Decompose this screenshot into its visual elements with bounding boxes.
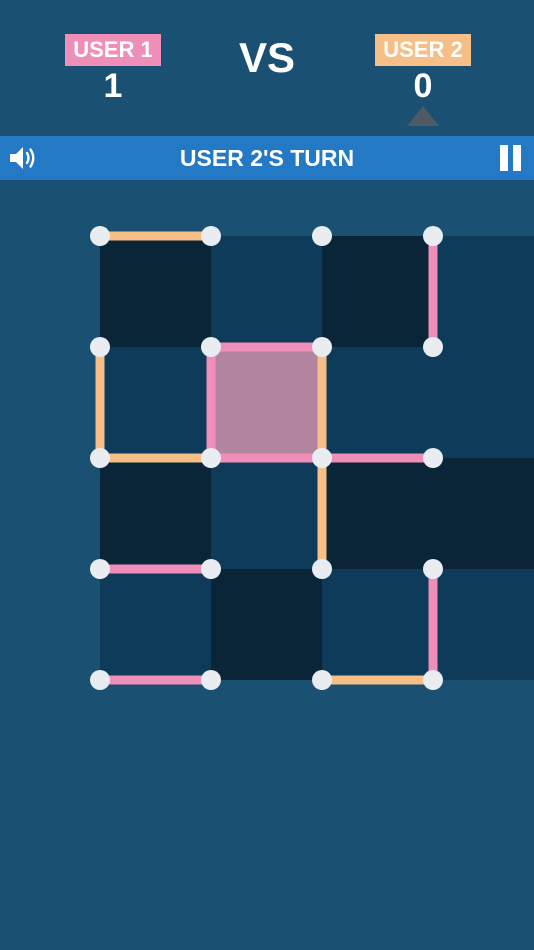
grid-dot[interactable] bbox=[423, 226, 443, 246]
board-cell bbox=[322, 458, 433, 569]
grid-dot[interactable] bbox=[423, 670, 443, 690]
grid-dot[interactable] bbox=[90, 337, 110, 357]
board-cell bbox=[100, 458, 211, 569]
grid-dot[interactable] bbox=[423, 337, 443, 357]
board-cell bbox=[322, 236, 433, 347]
grid-dot[interactable] bbox=[423, 559, 443, 579]
grid-dot[interactable] bbox=[90, 448, 110, 468]
board-cell bbox=[433, 347, 534, 458]
grid-dot[interactable] bbox=[90, 226, 110, 246]
grid-dot[interactable] bbox=[90, 670, 110, 690]
game-board bbox=[90, 226, 534, 690]
grid-dot[interactable] bbox=[201, 448, 221, 468]
board-cell bbox=[100, 236, 211, 347]
grid-dot[interactable] bbox=[201, 226, 221, 246]
board-cell bbox=[211, 458, 322, 569]
grid-dot[interactable] bbox=[201, 559, 221, 579]
board-cell bbox=[322, 347, 433, 458]
grid-dot[interactable] bbox=[201, 337, 221, 357]
grid-dot[interactable] bbox=[312, 670, 332, 690]
board-cell bbox=[433, 569, 534, 680]
board-cell bbox=[322, 569, 433, 680]
board-cell bbox=[100, 569, 211, 680]
board-cell bbox=[433, 236, 534, 347]
claimed-box bbox=[211, 347, 322, 458]
grid-dot[interactable] bbox=[201, 670, 221, 690]
grid-dot[interactable] bbox=[312, 559, 332, 579]
board-cell bbox=[433, 458, 534, 569]
board-cell bbox=[211, 236, 322, 347]
board-cell bbox=[100, 347, 211, 458]
grid-dot[interactable] bbox=[312, 337, 332, 357]
grid-dot[interactable] bbox=[312, 448, 332, 468]
grid-dot[interactable] bbox=[90, 559, 110, 579]
grid-dot[interactable] bbox=[423, 448, 443, 468]
board-cell bbox=[211, 569, 322, 680]
grid-dot[interactable] bbox=[312, 226, 332, 246]
